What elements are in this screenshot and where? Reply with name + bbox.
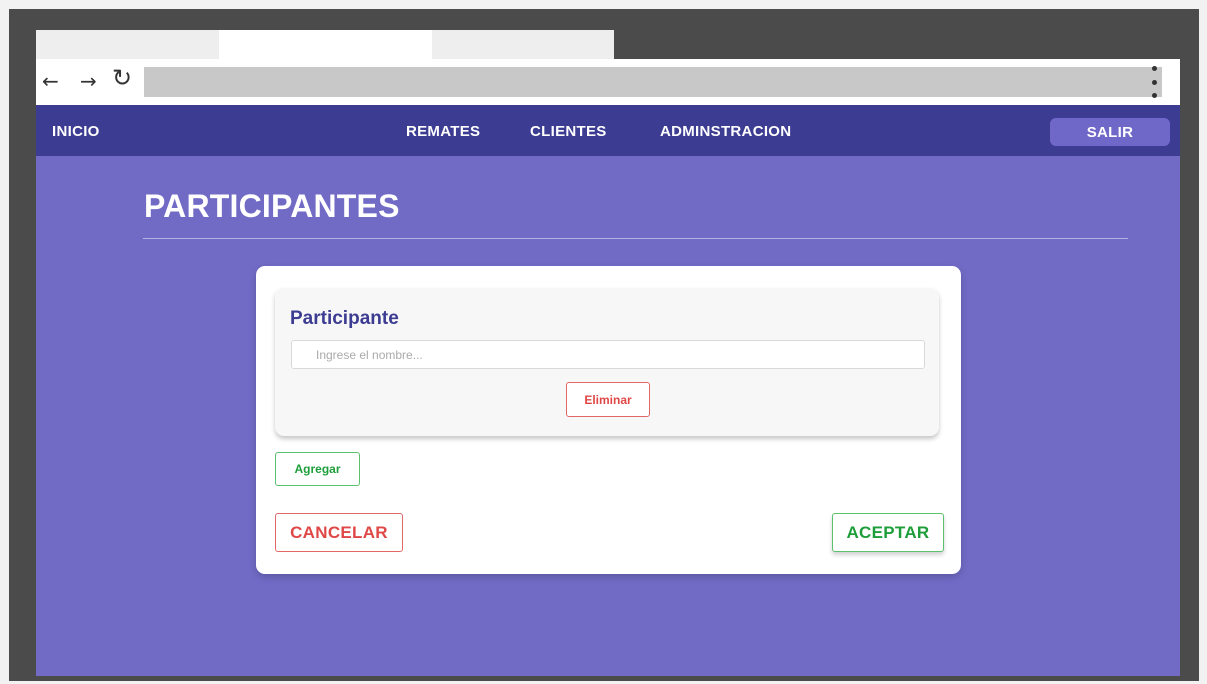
top-navbar: INICIO REMATES CLIENTES ADMINSTRACION SA… bbox=[36, 105, 1180, 156]
nav-link-inicio[interactable]: INICIO bbox=[52, 123, 100, 140]
main-content: PARTICIPANTES Participante Eliminar Agre… bbox=[36, 156, 1180, 676]
browser-toolbar: ← → ↻ bbox=[36, 59, 1180, 105]
address-bar[interactable] bbox=[144, 67, 1162, 97]
cancel-button[interactable]: CANCELAR bbox=[275, 513, 403, 552]
participant-card: Participante Eliminar bbox=[275, 288, 939, 436]
participant-card-title: Participante bbox=[290, 308, 399, 329]
nav-link-clientes[interactable]: CLIENTES bbox=[530, 123, 607, 140]
browser-tab-active[interactable] bbox=[219, 30, 432, 59]
nav-link-adminstracion[interactable]: ADMINSTRACION bbox=[660, 123, 791, 140]
logout-button[interactable]: SALIR bbox=[1050, 118, 1170, 146]
participants-modal: Participante Eliminar Agregar CANCELAR A… bbox=[256, 266, 961, 574]
browser-tab[interactable] bbox=[432, 30, 614, 59]
delete-participant-button[interactable]: Eliminar bbox=[566, 382, 650, 417]
arrow-right-icon[interactable]: → bbox=[80, 70, 97, 92]
page-title: PARTICIPANTES bbox=[144, 188, 400, 224]
add-participant-button[interactable]: Agregar bbox=[275, 452, 360, 486]
arrow-left-icon[interactable]: ← bbox=[42, 70, 59, 92]
kebab-menu-icon[interactable] bbox=[1148, 66, 1160, 98]
title-divider bbox=[143, 238, 1128, 239]
participant-name-input[interactable] bbox=[291, 340, 925, 369]
accept-button[interactable]: ACEPTAR bbox=[832, 513, 944, 552]
nav-link-remates[interactable]: REMATES bbox=[406, 123, 480, 140]
browser-tab[interactable] bbox=[36, 30, 219, 59]
reload-icon[interactable]: ↻ bbox=[112, 66, 132, 90]
